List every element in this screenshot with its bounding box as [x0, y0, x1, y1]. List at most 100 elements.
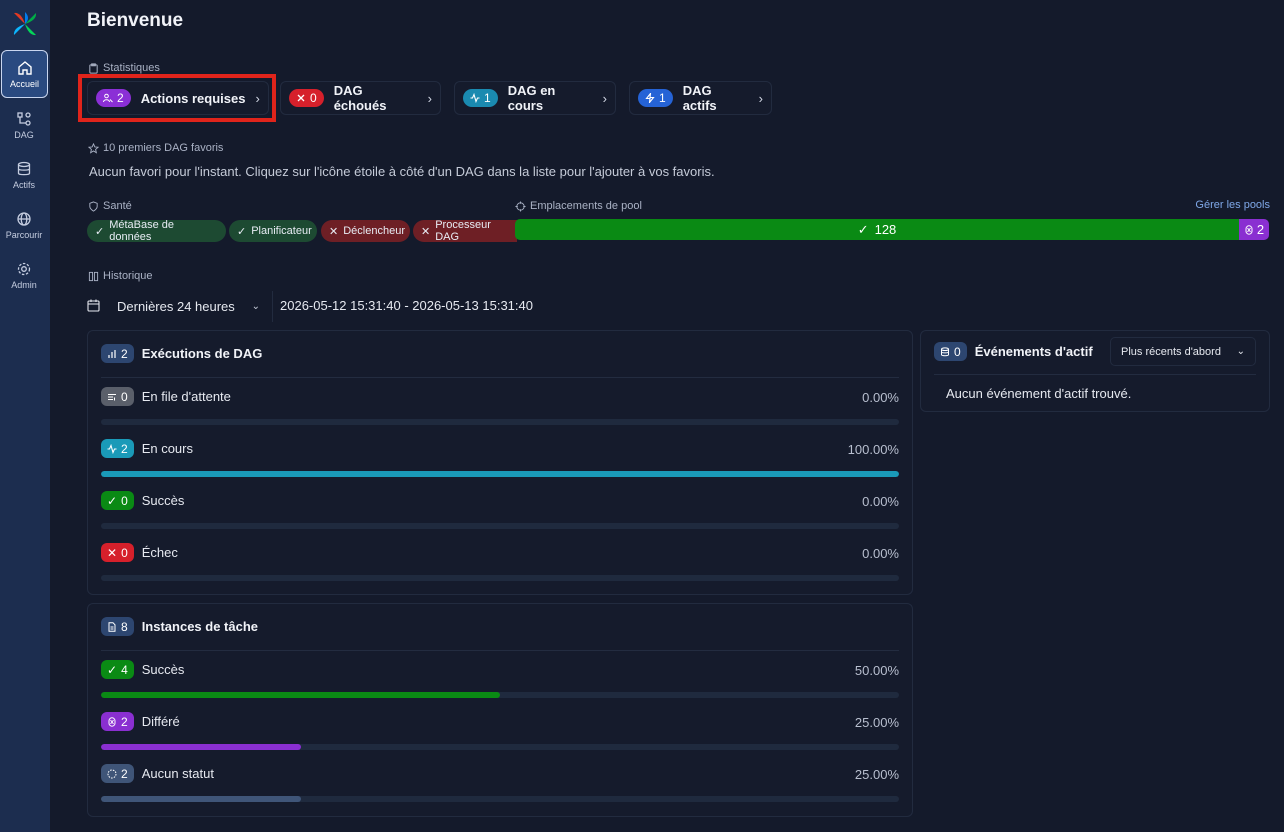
health-badge-dag-processor: ✕ Processeur DAG	[413, 219, 517, 243]
nav-browse-label: Parcourir	[5, 229, 43, 240]
task-instances-header: 8 Instances de tâche	[101, 617, 258, 636]
dag-runs-failed-label[interactable]: ✕ 0 Échec	[101, 543, 178, 562]
stat-card-failed-dags[interactable]: 0 DAG échoués ›	[280, 81, 441, 115]
sidebar: Accueil DAG Actifs Parcourir Admin	[0, 0, 50, 832]
failed-progress-track	[101, 575, 899, 581]
page-title: Bienvenue	[87, 10, 184, 31]
activity-icon	[107, 443, 117, 454]
running-count: 2	[121, 441, 128, 456]
dag-icon	[17, 111, 31, 126]
dag-runs-queued-label[interactable]: 0 En file d'attente	[101, 387, 231, 406]
dag-runs-title: Exécutions de DAG	[141, 346, 263, 361]
queued-progress-track	[101, 419, 899, 425]
highlight-box	[78, 74, 276, 122]
success-count: 0	[121, 493, 128, 508]
divider	[934, 374, 1256, 375]
x-icon: ✕	[107, 545, 118, 560]
nav-admin[interactable]: Admin	[0, 251, 48, 299]
success-label: Succès	[141, 493, 185, 508]
running-dags-count: 1	[484, 91, 491, 105]
active-dags-label: DAG actifs	[682, 83, 717, 113]
health-label-text: Santé	[103, 200, 132, 212]
file-icon	[108, 621, 116, 632]
dag-runs-running-label[interactable]: 2 En cours	[101, 439, 193, 458]
list-icon	[108, 393, 116, 400]
ti-no-status-progress-fill	[101, 796, 301, 802]
running-progress-fill	[101, 471, 899, 477]
ti-success-progress-track	[101, 692, 899, 698]
task-instances-count: 8	[121, 619, 128, 634]
calendar-icon	[87, 299, 100, 312]
ti-success-count-pill: ✓ 4	[101, 660, 134, 679]
health-badge-metadatabase: ✓ MétaBase de données	[87, 219, 226, 243]
x-icon: ✕	[329, 225, 339, 238]
ti-success-label[interactable]: ✓ 4 Succès	[101, 660, 184, 679]
pool-deferred-segment[interactable]: 2	[1239, 219, 1269, 240]
crosshair-icon	[515, 200, 526, 212]
database-icon	[17, 161, 31, 175]
ti-deferred-label[interactable]: 2 Différé	[101, 712, 180, 731]
success-percent: 0.00%	[862, 494, 899, 509]
dag-runs-header: 2 Exécutions de DAG	[101, 344, 262, 363]
home-icon	[17, 60, 32, 75]
nav-dags[interactable]: DAG	[0, 101, 48, 149]
stats-label-text: Statistiques	[103, 62, 160, 74]
chevron-right-icon: ›	[602, 90, 607, 106]
clipboard-icon	[89, 62, 98, 74]
queued-percent: 0.00%	[862, 390, 899, 405]
ti-no-status-count-pill: 2	[101, 764, 134, 783]
success-count-pill: ✓ 0	[101, 491, 134, 510]
health-section-label: Santé	[88, 200, 132, 212]
dag-runs-success-label[interactable]: ✓ 0 Succès	[101, 491, 184, 510]
gear-icon	[17, 262, 31, 275]
task-instances-title: Instances de tâche	[141, 619, 259, 634]
failed-dags-count-pill: 0	[289, 89, 324, 107]
asset-events-sort-select[interactable]: Plus récents d'abord ⌄	[1110, 337, 1256, 366]
activity-icon	[470, 93, 480, 103]
pool-section-label: Emplacements de pool	[515, 200, 642, 212]
nav-browse[interactable]: Parcourir	[0, 201, 48, 249]
nav-assets-label: Actifs	[12, 179, 35, 190]
nav-home[interactable]: Accueil	[1, 50, 48, 98]
ti-success-percent: 50.00%	[854, 663, 899, 678]
stat-card-running-dags[interactable]: 1 DAG en cours ›	[454, 81, 616, 115]
stat-card-active-dags[interactable]: 1 DAG actifs ›	[629, 81, 772, 115]
divider	[101, 377, 899, 378]
manage-pools-link[interactable]: Gérer les pools	[1195, 199, 1270, 211]
globe-icon	[17, 211, 31, 226]
dashed-circle-icon	[107, 769, 117, 778]
running-dags-label: DAG en cours	[507, 83, 556, 113]
hourglass-icon	[1245, 224, 1253, 235]
health-triggerer-label: Déclencheur	[343, 225, 405, 237]
divider	[101, 650, 899, 651]
success-progress-track	[101, 523, 899, 529]
running-count-pill: 2	[101, 439, 134, 458]
history-icon	[88, 271, 99, 281]
x-icon	[297, 94, 305, 102]
asset-events-empty-text: Aucun événement d'actif trouvé.	[946, 386, 1132, 401]
date-range-text: 2026-05-12 15:31:40 - 2026-05-13 15:31:4…	[280, 298, 533, 313]
main-content: Bienvenue Statistiques 2 Actions requise…	[50, 0, 1284, 832]
airflow-logo-icon[interactable]	[11, 10, 39, 38]
favorites-empty-text: Aucun favori pour l'instant. Cliquez sur…	[89, 164, 715, 179]
dag-runs-count-pill: 2	[101, 344, 134, 363]
stats-section-label: Statistiques	[88, 62, 160, 74]
ti-deferred-count-pill: 2	[101, 712, 134, 731]
history-section-label: Historique	[88, 270, 153, 282]
star-icon	[88, 142, 99, 154]
time-range-value: Dernières 24 heures	[117, 299, 235, 314]
asset-events-count: 0	[954, 344, 961, 359]
time-range-select[interactable]: Dernières 24 heures ⌄	[105, 291, 273, 322]
check-icon: ✓	[107, 493, 118, 508]
favorites-label-text: 10 premiers DAG favoris	[103, 142, 224, 154]
pool-slots-bar[interactable]: ✓ 128 2	[515, 219, 1269, 240]
database-icon	[941, 346, 949, 356]
pool-running-segment[interactable]: ✓ 128	[515, 219, 1239, 240]
failed-label: Échec	[141, 545, 178, 560]
shield-icon	[89, 200, 98, 212]
chevron-down-icon: ⌄	[1236, 346, 1245, 357]
failed-dags-count: 0	[310, 91, 317, 105]
nav-assets[interactable]: Actifs	[0, 151, 48, 199]
asset-events-header: 0 Événements d'actif	[934, 342, 1093, 361]
ti-no-status-label[interactable]: 2 Aucun statut	[101, 764, 214, 783]
